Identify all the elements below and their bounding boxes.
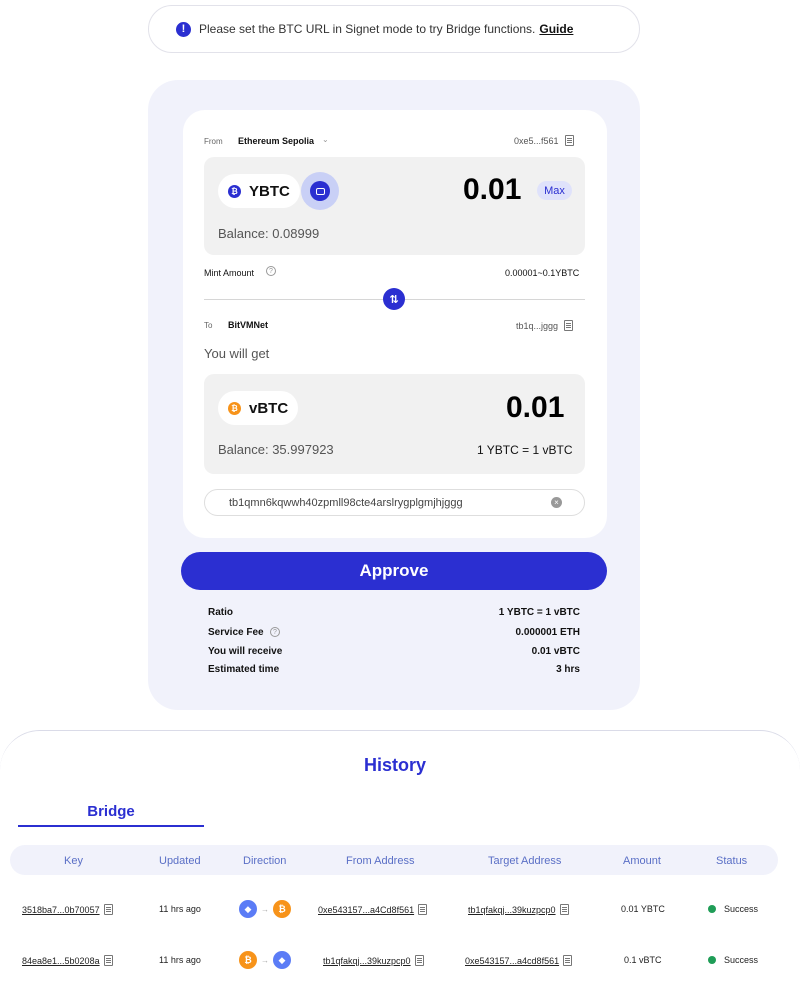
clear-icon[interactable]: × xyxy=(551,497,562,508)
copy-icon[interactable] xyxy=(103,904,113,915)
copy-icon[interactable] xyxy=(414,955,424,966)
summary-label-ratio: Ratio xyxy=(208,607,233,618)
swap-direction-button[interactable]: ⇅ xyxy=(383,288,405,310)
to-address[interactable]: tb1q...jggg xyxy=(516,320,574,331)
receive-amount: 0.01 xyxy=(506,391,565,424)
column-direction: Direction xyxy=(243,855,287,867)
copy-icon[interactable] xyxy=(564,135,574,146)
copy-icon[interactable] xyxy=(418,904,428,915)
status-badge: Success xyxy=(708,904,758,914)
from-token-label: YBTC xyxy=(249,182,290,200)
to-token-label: vBTC xyxy=(249,399,289,417)
row-target-address[interactable]: tb1qfakqj...39kuzpcp0 xyxy=(468,904,569,915)
to-balance: Balance: 35.997923 xyxy=(218,442,334,457)
copy-icon[interactable] xyxy=(103,955,113,966)
summary-label-fee: Service Fee xyxy=(208,627,264,638)
row-amount: 0.1 vBTC xyxy=(624,955,662,965)
status-text: Success xyxy=(724,904,759,914)
add-wallet-button[interactable] xyxy=(301,172,339,210)
from-network-select[interactable]: Ethereum Sepolia xyxy=(238,136,314,146)
column-target-address: Target Address xyxy=(488,855,562,867)
row-key-text: 84ea8e1...5b0208a xyxy=(22,955,100,966)
column-amount: Amount xyxy=(623,855,661,867)
from-address[interactable]: 0xe5...f561 xyxy=(514,135,574,146)
summary-value-ratio: 1 YBTC = 1 vBTC xyxy=(498,607,580,618)
ybtc-coin-icon: ₿ xyxy=(228,184,241,198)
summary-value-time: 3 hrs xyxy=(556,664,580,675)
chevron-down-icon[interactable]: ⌄ xyxy=(322,135,329,144)
history-title: History xyxy=(363,755,426,775)
row-from-address[interactable]: tb1qfakqj...39kuzpcp0 xyxy=(323,955,424,966)
row-from-address[interactable]: 0xe543157...a4Cd8f561 xyxy=(318,904,428,915)
success-dot-icon xyxy=(708,956,716,964)
row-from-text: 0xe543157...a4Cd8f561 xyxy=(318,904,415,915)
status-badge: Success xyxy=(708,955,758,965)
mint-range: 0.00001~0.1YBTC xyxy=(505,268,580,278)
bitcoin-icon: ₿ xyxy=(273,900,291,918)
row-updated: 11 hrs ago xyxy=(159,904,201,914)
row-amount: 0.01 YBTC xyxy=(621,904,665,914)
ethereum-icon: ◆ xyxy=(273,951,291,969)
active-tab-indicator xyxy=(18,825,204,827)
you-will-get-label: You will get xyxy=(204,346,270,361)
copy-icon[interactable] xyxy=(559,904,569,915)
ethereum-icon: ◆ xyxy=(239,900,257,918)
tab-bridge[interactable]: Bridge xyxy=(18,803,204,820)
row-target-address[interactable]: 0xe543157...a4cd8f561 xyxy=(465,955,573,966)
status-text: Success xyxy=(724,955,759,965)
column-updated: Updated xyxy=(159,855,201,867)
arrow-right-icon: → xyxy=(261,904,269,914)
column-key: Key xyxy=(64,855,83,867)
row-target-text: tb1qfakqj...39kuzpcp0 xyxy=(468,904,556,915)
row-direction: ◆ → ₿ xyxy=(239,900,291,918)
to-token-display: ₿ vBTC xyxy=(218,391,299,425)
from-token-selector[interactable]: ₿ YBTC xyxy=(218,174,300,208)
success-dot-icon xyxy=(708,905,716,913)
summary-label-time: Estimated time xyxy=(208,664,280,675)
from-amount-input[interactable]: 0.01 xyxy=(463,173,521,207)
column-from-address: From Address xyxy=(346,855,415,867)
row-key[interactable]: 84ea8e1...5b0208a xyxy=(22,955,113,966)
from-balance: Balance: 0.08999 xyxy=(218,226,320,241)
row-key[interactable]: 3518ba7...0b70057 xyxy=(22,904,113,915)
copy-icon[interactable] xyxy=(563,955,573,966)
row-key-text: 3518ba7...0b70057 xyxy=(22,904,100,915)
exchange-rate: 1 YBTC = 1 vBTC xyxy=(477,443,573,457)
to-address-text: tb1q...jggg xyxy=(516,320,559,331)
row-target-text: 0xe543157...a4cd8f561 xyxy=(465,955,560,966)
row-direction: ₿ → ◆ xyxy=(239,951,291,969)
signet-warning-banner: ! Please set the BTC URL in Signet mode … xyxy=(148,5,640,53)
help-icon[interactable]: ? xyxy=(270,627,280,637)
arrow-right-icon: → xyxy=(261,955,269,965)
summary-value-receive: 0.01 vBTC xyxy=(531,646,580,657)
vbtc-coin-icon: ₿ xyxy=(228,401,241,415)
banner-message: Please set the BTC URL in Signet mode to… xyxy=(199,22,536,36)
approve-button[interactable]: Approve xyxy=(181,552,607,590)
column-status: Status xyxy=(716,855,748,867)
summary-label-receive: You will receive xyxy=(208,646,283,657)
copy-icon[interactable] xyxy=(564,320,574,331)
guide-link[interactable]: Guide xyxy=(539,22,573,36)
to-label: To xyxy=(204,321,213,330)
recipient-address-input[interactable]: tb1qmn6kqwwh40zpmll98cte4arslrygplgmjhjg… xyxy=(204,489,585,516)
summary-value-fee: 0.000001 ETH xyxy=(515,627,581,638)
from-label: From xyxy=(204,137,223,146)
to-network: BitVMNet xyxy=(228,320,268,330)
max-button[interactable]: Max xyxy=(537,181,572,200)
bitcoin-icon: ₿ xyxy=(239,951,257,969)
from-address-text: 0xe5...f561 xyxy=(514,135,559,146)
wallet-icon xyxy=(310,181,330,201)
mint-amount-label: Mint Amount xyxy=(204,268,255,278)
help-icon[interactable]: ? xyxy=(266,266,276,276)
row-from-text: tb1qfakqj...39kuzpcp0 xyxy=(323,955,411,966)
info-icon: ! xyxy=(176,21,191,37)
row-updated: 11 hrs ago xyxy=(159,955,201,965)
